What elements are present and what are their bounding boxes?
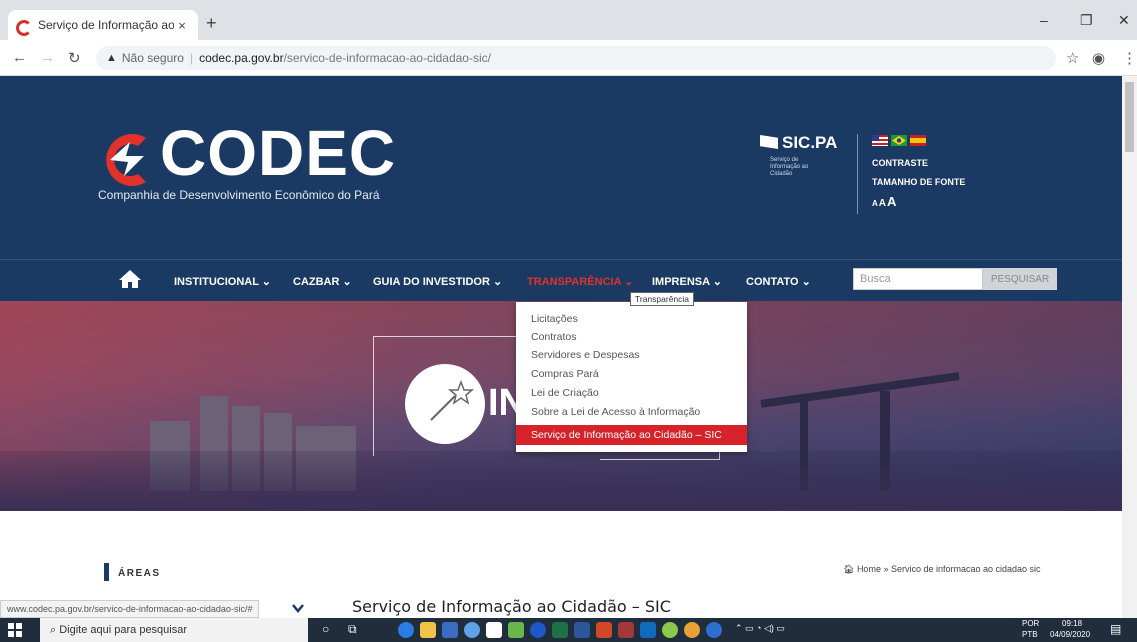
logo-subtitle: Companhia de Desenvolvimento Econômico d… <box>98 188 380 202</box>
taskbar-search-text: Digite aqui para pesquisar <box>59 624 188 636</box>
edge-icon[interactable] <box>398 622 414 638</box>
spain-flag-icon[interactable] <box>910 135 926 146</box>
language-flags <box>872 135 926 146</box>
search-button[interactable]: PESQUISAR <box>983 268 1057 290</box>
font-small-button[interactable]: A <box>872 199 878 208</box>
font-large-button[interactable]: A <box>887 194 896 209</box>
access-icon[interactable] <box>618 622 634 638</box>
us-flag-icon[interactable] <box>872 135 888 146</box>
windows-start-icon[interactable] <box>8 623 22 637</box>
reload-icon[interactable]: ↻ <box>68 49 81 67</box>
maximize-icon[interactable]: ❐ <box>1080 12 1093 29</box>
dropdown-item-sic[interactable]: Serviço de Informação ao Cidadão – SIC <box>516 425 747 445</box>
url-separator: | <box>189 51 194 65</box>
home-icon[interactable] <box>118 269 142 289</box>
security-label: Não seguro <box>121 51 184 65</box>
scrollbar-thumb[interactable] <box>1125 82 1134 152</box>
windows-taskbar: ⌕ Digite aqui para pesquisar ○ ⧉ ⌃ ▭ ◔ ◁… <box>0 618 1137 642</box>
home-crumb-icon[interactable]: 🏠︎ <box>843 564 857 574</box>
mail-icon[interactable] <box>640 622 656 638</box>
language-indicator-sub[interactable]: PTB <box>1022 630 1038 639</box>
nav-cazbar[interactable]: CAZBAR ⌄ <box>293 275 352 288</box>
app-icon[interactable] <box>662 622 678 638</box>
font-size-controls: AAA <box>872 193 897 211</box>
nav-imprensa[interactable]: IMPRENSA ⌄ <box>652 275 722 288</box>
tooltip: Transparência <box>630 292 695 306</box>
hero-ground <box>0 451 1122 511</box>
url-bar[interactable]: ▲ Não seguro | codec.pa.gov.br /servico-… <box>96 46 1056 70</box>
forward-icon[interactable]: → <box>40 49 55 66</box>
sicpa-subtitle: Serviço de Informação ao Cidadão <box>770 157 809 177</box>
nav-guia-do-investidor[interactable]: GUIA DO INVESTIDOR ⌄ <box>373 275 502 288</box>
close-window-icon[interactable]: ✕ <box>1118 12 1130 29</box>
sicpa-name: SIC.PA <box>782 133 838 152</box>
language-indicator[interactable]: POR <box>1022 619 1039 628</box>
cortana-icon[interactable]: ○ <box>322 622 329 636</box>
menu-icon[interactable]: ⋮ <box>1122 49 1137 67</box>
search-input[interactable]: Busca <box>853 268 983 290</box>
home-app-icon[interactable] <box>486 622 502 638</box>
page-scrollbar[interactable] <box>1122 76 1137 618</box>
logo-text[interactable]: CODEC <box>160 116 396 190</box>
dropdown-item-lei-acesso[interactable]: Sobre a Lei de Acesso à Informação <box>531 406 700 418</box>
warning-icon: ▲ <box>106 52 117 64</box>
powerpoint-icon[interactable] <box>596 622 612 638</box>
system-tray-icons[interactable]: ⌃ ▭ ◔ ◁) ▭ <box>735 623 785 634</box>
clock-date[interactable]: 04/09/2020 <box>1050 630 1090 639</box>
nav-institucional[interactable]: INSTITUCIONAL ⌄ <box>174 275 271 288</box>
hp-icon[interactable] <box>530 622 546 638</box>
word-icon[interactable] <box>574 622 590 638</box>
search-icon: ⌕ <box>50 624 60 636</box>
star-icon[interactable]: ☆ <box>1066 49 1079 67</box>
dropdown-item-lei-de-criacao[interactable]: Lei de Criação <box>531 387 599 399</box>
areas-accent-bar <box>104 563 109 581</box>
dropdown-item-licitacoes[interactable]: Licitações <box>531 313 578 325</box>
magic-wand-icon <box>430 379 475 421</box>
hero-circle <box>405 364 485 444</box>
font-medium-button[interactable]: A <box>879 198 886 209</box>
url-host: codec.pa.gov.br <box>199 51 284 65</box>
site-favicon-icon <box>16 18 32 36</box>
status-url-tooltip: www.codec.pa.gov.br/servico-de-informaca… <box>0 600 260 618</box>
taskbar-search[interactable]: ⌕ Digite aqui para pesquisar <box>40 618 308 642</box>
clock-time[interactable]: 09:18 <box>1062 619 1082 628</box>
breadcrumb-text[interactable]: Home » Servico de informacao ao cidadao … <box>857 564 1041 574</box>
profile-icon[interactable]: ◉ <box>1092 49 1105 67</box>
chrome-icon[interactable] <box>684 622 700 638</box>
nav-transparencia[interactable]: TRANSPARÊNCIA ⌄ <box>527 275 633 288</box>
notification-icon[interactable]: ▤ <box>1110 622 1121 636</box>
header-divider <box>857 134 858 214</box>
browser-tab-bar: Serviço de Informação ao Cidad × + – ❐ ✕ <box>0 0 1137 40</box>
minimize-icon[interactable]: – <box>1040 12 1048 28</box>
file-explorer-icon[interactable] <box>420 622 436 638</box>
help-icon[interactable] <box>706 622 722 638</box>
back-icon[interactable]: ← <box>12 49 27 66</box>
app-icon[interactable] <box>464 622 480 638</box>
chevron-down-icon[interactable] <box>292 603 304 613</box>
task-view-icon[interactable]: ⧉ <box>348 622 357 637</box>
transparencia-dropdown: Licitações Contratos Servidores e Despes… <box>516 302 747 452</box>
codec-logo-icon[interactable] <box>96 130 156 190</box>
address-bar-row: ← → ↻ ▲ Não seguro | codec.pa.gov.br /se… <box>0 40 1137 76</box>
new-tab-button[interactable]: + <box>206 13 217 34</box>
browser-tab[interactable]: Serviço de Informação ao Cidad × <box>8 10 198 40</box>
contrast-link[interactable]: CONTRASTE <box>872 158 928 168</box>
excel-icon[interactable] <box>552 622 568 638</box>
dropdown-item-contratos[interactable]: Contratos <box>531 331 577 343</box>
brazil-flag-icon[interactable] <box>891 135 907 146</box>
dropdown-item-compras-para[interactable]: Compras Pará <box>531 368 599 380</box>
font-size-label: TAMANHO DE FONTE <box>872 177 966 187</box>
app-icon[interactable] <box>508 622 524 638</box>
tab-title: Serviço de Informação ao Cidad <box>38 18 174 32</box>
page-title: Serviço de Informação ao Cidadão – SIC <box>352 597 671 616</box>
store-icon[interactable] <box>442 622 458 638</box>
close-tab-icon[interactable]: × <box>174 18 190 33</box>
breadcrumb: 🏠︎ Home » Servico de informacao ao cidad… <box>843 564 1041 575</box>
nav-contato[interactable]: CONTATO ⌄ <box>746 275 811 288</box>
areas-heading: ÁREAS <box>118 568 161 579</box>
url-path: /servico-de-informacao-ao-cidadao-sic/ <box>283 51 491 65</box>
dropdown-item-servidores[interactable]: Servidores e Despesas <box>531 349 640 361</box>
